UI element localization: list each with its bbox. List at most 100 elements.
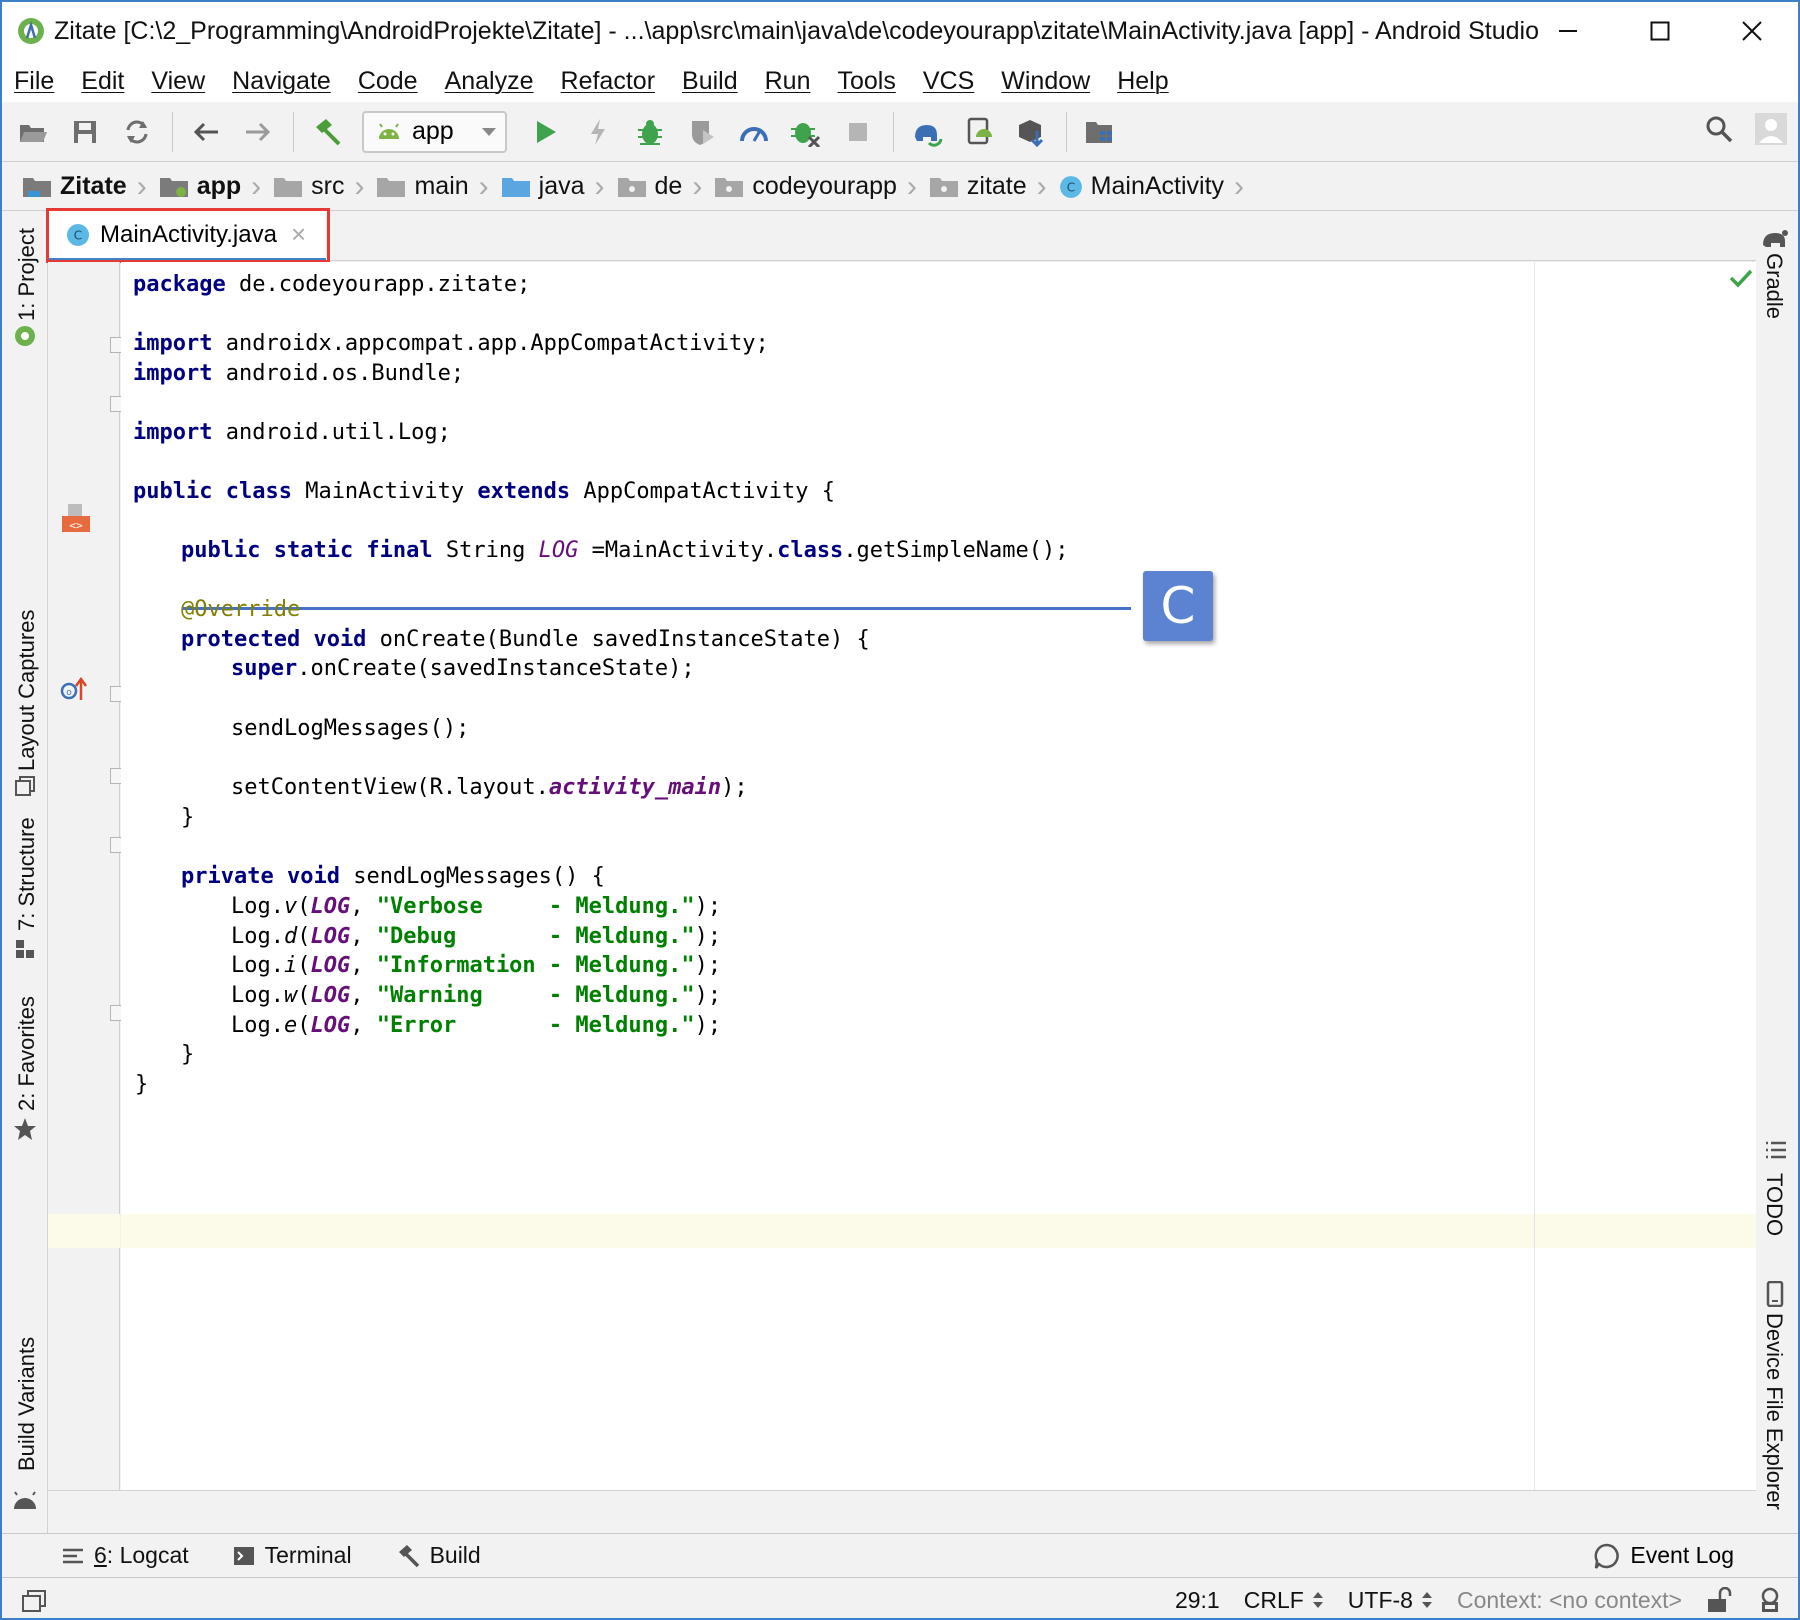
menu-file[interactable]: File: [14, 67, 54, 96]
minimize-button[interactable]: [1522, 2, 1614, 60]
code-text: ,: [350, 924, 377, 949]
menu-analyze[interactable]: Analyze: [445, 67, 534, 96]
tool-tab-layout-captures[interactable]: Layout Captures: [14, 610, 40, 771]
attach-debugger-button[interactable]: [789, 115, 823, 149]
debug-button[interactable]: [633, 115, 667, 149]
forward-button[interactable]: [241, 115, 275, 149]
code-editor[interactable]: package de.codeyourapp.zitate; import an…: [121, 262, 1756, 1490]
shield-run-icon: [692, 120, 714, 145]
breadcrumb-zitate[interactable]: zitate ›: [929, 170, 1047, 204]
crumb-label: codeyourapp: [752, 172, 897, 200]
tool-tab-build-variants[interactable]: Build Variants: [14, 1337, 40, 1471]
menu-help[interactable]: Help: [1117, 67, 1168, 96]
chevron-right-icon: ›: [1234, 169, 1245, 203]
maximize-button[interactable]: [1614, 2, 1706, 60]
breadcrumb-src[interactable]: src ›: [273, 170, 364, 204]
toggle-tool-windows-icon[interactable]: [22, 1590, 46, 1612]
sdk-box-icon: [1019, 119, 1044, 147]
open-button[interactable]: [16, 115, 50, 149]
stop-button[interactable]: [841, 115, 875, 149]
save-all-button[interactable]: [68, 115, 102, 149]
no-problems-check-icon[interactable]: [1729, 268, 1753, 288]
gradle-sync-button[interactable]: [910, 115, 944, 149]
logcat-label: : Logcat: [106, 1542, 189, 1568]
tool-tab-gradle[interactable]: Gradle: [1761, 253, 1787, 319]
inspector-icon[interactable]: [1756, 1586, 1784, 1614]
encoding-value: UTF-8: [1347, 1586, 1413, 1613]
menu-view[interactable]: View: [151, 67, 205, 96]
make-project-button[interactable]: [310, 115, 344, 149]
avd-manager-button[interactable]: [962, 115, 996, 149]
coverage-button[interactable]: [685, 115, 719, 149]
code-text: =MainActivity.: [578, 538, 778, 563]
folder-open-icon: [20, 124, 47, 142]
tool-tab-event-log[interactable]: Event Log: [1594, 1542, 1734, 1569]
line-separator-select[interactable]: CRLF: [1244, 1587, 1324, 1614]
close-icon: [1742, 21, 1762, 41]
menu-run[interactable]: Run: [765, 67, 811, 96]
tool-tab-todo[interactable]: TODO: [1761, 1173, 1787, 1236]
menu-navigate[interactable]: Navigate: [232, 67, 331, 96]
tool-tab-structure[interactable]: 7: Structure: [14, 817, 40, 931]
back-button[interactable]: [189, 115, 223, 149]
code-text: );: [694, 1013, 722, 1038]
tool-tab-build[interactable]: Build: [396, 1542, 481, 1569]
keyword: public class: [133, 479, 292, 504]
apply-changes-button[interactable]: [581, 115, 615, 149]
folder-icon: [377, 177, 406, 197]
override-method-icon[interactable]: o: [60, 676, 90, 702]
editor-horizontal-scroll-area[interactable]: [48, 1490, 1756, 1533]
context-indicator[interactable]: Context: <no context>: [1457, 1587, 1682, 1614]
user-account-button[interactable]: [1754, 112, 1788, 146]
search-everywhere-button[interactable]: [1702, 112, 1736, 146]
close-tab-icon[interactable]: ×: [291, 219, 306, 250]
event-log-bubble-icon: [1594, 1543, 1620, 1569]
unlock-icon[interactable]: [1706, 1587, 1732, 1613]
editor-tab-mainactivity[interactable]: C MainActivity.java ×: [48, 211, 326, 261]
gauge-icon: [740, 126, 768, 142]
run-button[interactable]: [529, 115, 563, 149]
menu-edit[interactable]: Edit: [81, 67, 124, 96]
breadcrumb-project-zitate[interactable]: Zitate ›: [22, 170, 147, 204]
menu-window[interactable]: Window: [1001, 67, 1090, 96]
layout-link-icon[interactable]: <>: [60, 502, 90, 534]
breadcrumb-main[interactable]: main ›: [376, 169, 489, 204]
encoding-select[interactable]: UTF-8: [1348, 1587, 1433, 1614]
chevron-right-icon: ›: [478, 169, 489, 203]
breadcrumb-java[interactable]: java ›: [501, 170, 605, 204]
code-text: ,: [350, 1013, 377, 1038]
profile-button[interactable]: [737, 115, 771, 149]
project-structure-button[interactable]: [1083, 115, 1117, 149]
menu-code[interactable]: Code: [358, 67, 418, 96]
constant-field: LOG: [310, 953, 351, 978]
code-text: Log.: [231, 894, 284, 919]
tool-tab-project[interactable]: 1: Project: [14, 228, 40, 321]
menu-refactor[interactable]: Refactor: [561, 67, 655, 96]
breadcrumb-de[interactable]: de ›: [617, 170, 702, 204]
code-line: Log.v(LOG, "Verbose - Meldung.");: [231, 890, 721, 924]
menu-build[interactable]: Build: [682, 67, 738, 96]
code-text: onCreate(Bundle savedInstanceState) {: [366, 627, 870, 652]
breadcrumb-codeyourapp[interactable]: codeyourapp ›: [714, 170, 917, 204]
tool-tab-device-file-explorer[interactable]: Device File Explorer: [1761, 1313, 1787, 1510]
caret-position[interactable]: 29:1: [1175, 1587, 1220, 1614]
run-configuration-select[interactable]: app: [362, 110, 507, 153]
sdk-manager-button[interactable]: [1014, 115, 1048, 149]
tool-tab-label: Device File Explorer: [1762, 1313, 1787, 1510]
breadcrumb-mainactivity[interactable]: C MainActivity ›: [1059, 170, 1244, 204]
tool-tab-terminal[interactable]: Terminal: [233, 1542, 352, 1569]
code-text: Log.: [231, 983, 284, 1008]
code-text: sendLogMessages() {: [339, 864, 605, 889]
menu-tools[interactable]: Tools: [837, 67, 895, 96]
keyword: class: [777, 538, 844, 563]
sync-button[interactable]: [120, 115, 154, 149]
chevron-right-icon: ›: [354, 169, 365, 203]
tool-tab-favorites[interactable]: 2: Favorites: [14, 996, 40, 1111]
device-icon: [967, 117, 992, 144]
code-line: @Override: [181, 593, 300, 627]
menu-vcs[interactable]: VCS: [923, 67, 974, 96]
close-window-button[interactable]: [1706, 2, 1798, 60]
crumb-label: java: [538, 172, 585, 200]
breadcrumb-module-app[interactable]: app ›: [159, 170, 261, 204]
tool-tab-logcat[interactable]: 6: Logcat: [62, 1542, 189, 1569]
